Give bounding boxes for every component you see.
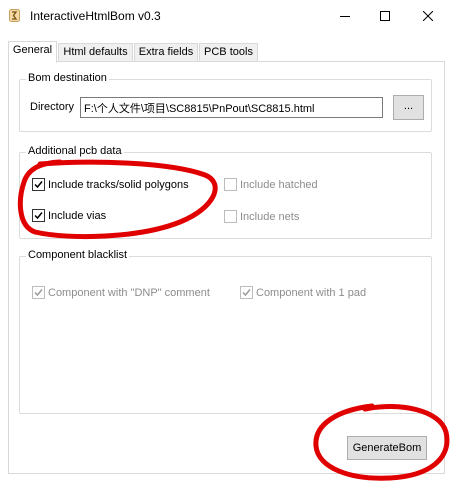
include-hatched-checkbox[interactable]: Include hatched xyxy=(224,178,318,191)
minimize-button[interactable] xyxy=(325,0,365,32)
include-vias-checkbox[interactable]: Include vias xyxy=(32,209,106,222)
window-title: InteractiveHtmlBom v0.3 xyxy=(30,9,161,23)
close-button[interactable] xyxy=(408,0,448,32)
directory-input[interactable] xyxy=(80,97,383,118)
generate-bom-button[interactable]: GenerateBom xyxy=(347,436,427,460)
one-pad-checkbox[interactable]: Component with 1 pad xyxy=(240,286,366,299)
include-tracks-label: Include tracks/solid polygons xyxy=(48,178,189,191)
component-blacklist-legend: Component blacklist xyxy=(26,249,130,261)
include-hatched-label: Include hatched xyxy=(240,178,318,191)
close-icon xyxy=(423,11,433,21)
checkbox-box[interactable] xyxy=(32,178,45,191)
dnp-comment-label: Component with "DNP" comment xyxy=(48,286,210,299)
include-nets-checkbox[interactable]: Include nets xyxy=(224,210,299,223)
check-icon xyxy=(34,181,43,189)
tab-general[interactable]: General xyxy=(8,41,57,63)
tab-html-defaults[interactable]: Html defaults xyxy=(58,43,133,62)
browse-button[interactable]: ... xyxy=(393,95,424,120)
checkbox-box[interactable] xyxy=(32,286,45,299)
one-pad-label: Component with 1 pad xyxy=(256,286,367,299)
dnp-comment-checkbox[interactable]: Component with "DNP" comment xyxy=(32,286,210,299)
maximize-button[interactable] xyxy=(365,0,405,32)
maximize-icon xyxy=(380,11,390,21)
check-icon xyxy=(34,212,43,220)
app-icon xyxy=(9,9,20,22)
checkbox-box[interactable] xyxy=(240,286,253,299)
directory-label: Directory xyxy=(30,101,75,113)
checkbox-box[interactable] xyxy=(32,209,45,222)
checkbox-box[interactable] xyxy=(224,210,237,223)
tab-extra-fields[interactable]: Extra fields xyxy=(134,43,198,62)
check-icon xyxy=(34,289,43,297)
additional-pcb-data-legend: Additional pcb data xyxy=(26,145,124,157)
checkbox-box[interactable] xyxy=(224,178,237,191)
component-blacklist-group: Component blacklist xyxy=(19,249,432,414)
minimize-icon xyxy=(340,16,350,17)
include-vias-label: Include vias xyxy=(48,209,107,222)
title-bar[interactable]: InteractiveHtmlBom v0.3 xyxy=(0,0,452,32)
include-nets-label: Include nets xyxy=(240,210,300,223)
bom-destination-legend: Bom destination xyxy=(26,72,109,84)
tab-pcb-tools[interactable]: PCB tools xyxy=(199,43,258,62)
include-tracks-checkbox[interactable]: Include tracks/solid polygons xyxy=(32,178,189,191)
check-icon xyxy=(242,289,251,297)
additional-pcb-data-group: Additional pcb data xyxy=(19,145,432,239)
